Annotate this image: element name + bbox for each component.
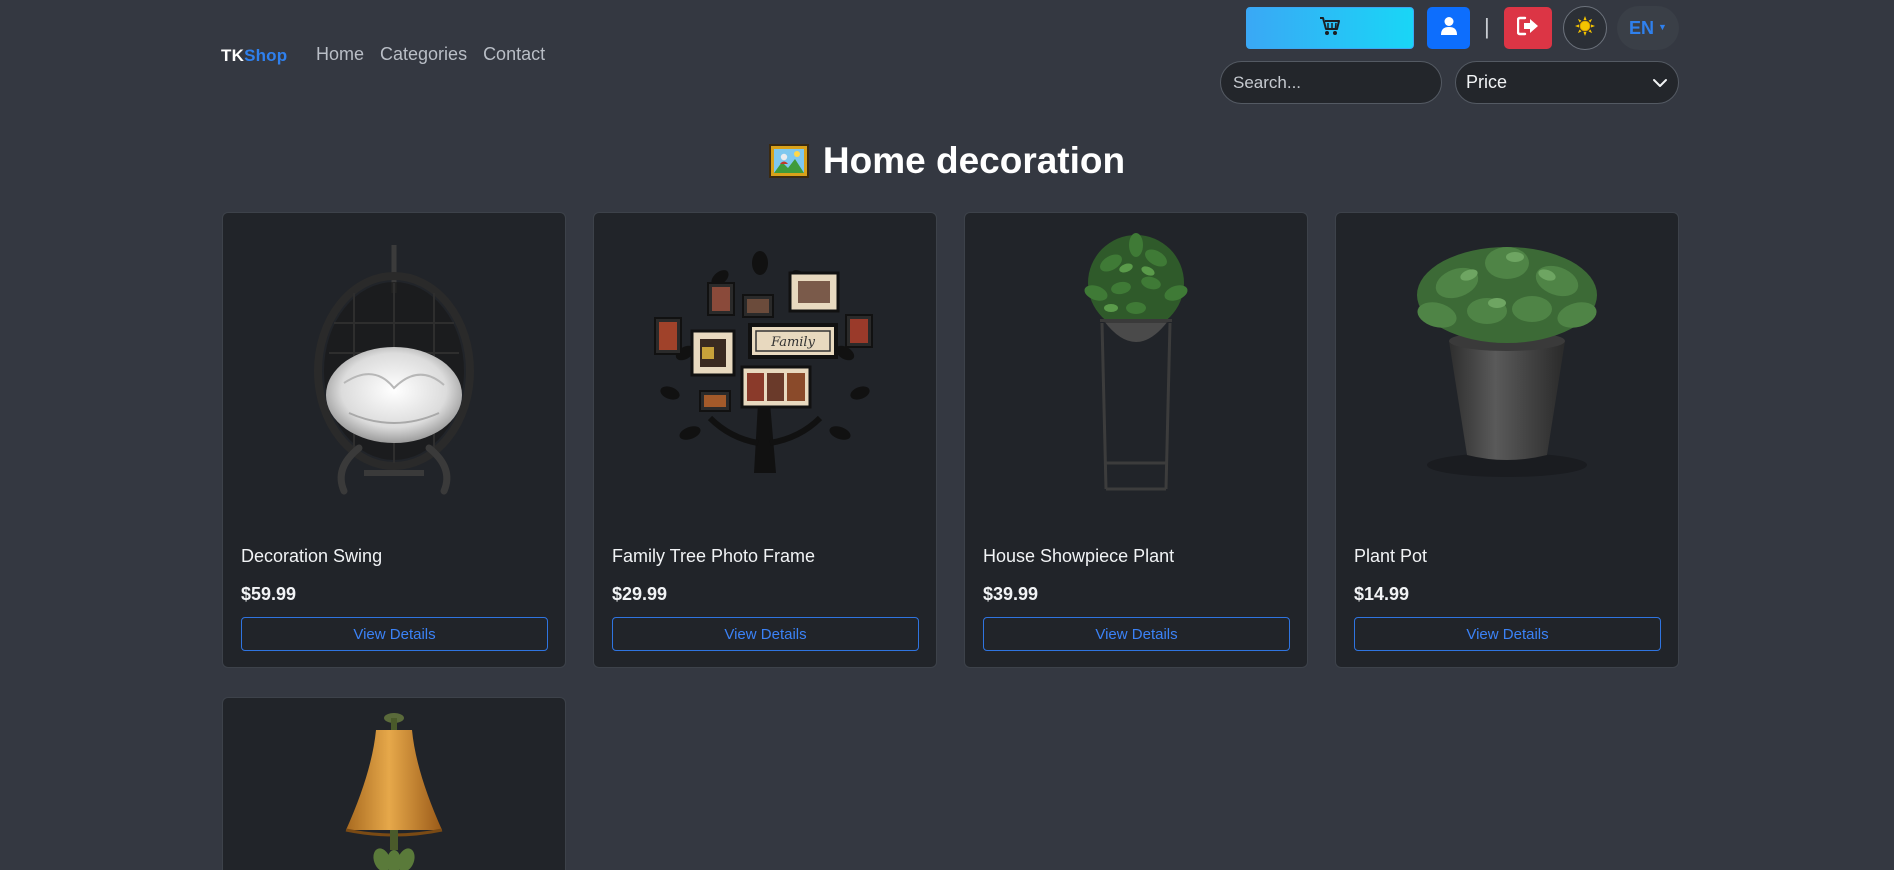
sort-selected-value: Price <box>1466 72 1508 92</box>
language-dropdown[interactable]: EN ▼ <box>1617 6 1679 50</box>
nav-link-categories[interactable]: Categories <box>380 44 467 65</box>
search-input[interactable] <box>1220 61 1442 104</box>
product-name[interactable]: Decoration Swing <box>241 546 382 567</box>
product-card: Plant Pot $14.99 View Details <box>1335 212 1679 668</box>
product-price: $29.99 <box>612 584 668 604</box>
product-image-decoration-swing[interactable] <box>223 213 565 513</box>
product-name[interactable]: House Showpiece Plant <box>983 546 1174 567</box>
product-price: $14.99 <box>1354 584 1410 604</box>
logout-button[interactable] <box>1504 7 1552 49</box>
product-name[interactable]: Plant Pot <box>1354 546 1427 567</box>
user-button[interactable] <box>1427 7 1470 49</box>
brand-logo[interactable]: TKShop <box>221 46 287 66</box>
product-image-family-tree-photo-frame[interactable]: Family <box>594 213 936 513</box>
view-details-button[interactable]: View Details <box>1354 617 1661 651</box>
product-image-house-showpiece-plant[interactable] <box>965 213 1307 513</box>
page-title-wrap: Home decoration <box>0 140 1894 182</box>
brand-shop: Shop <box>244 46 288 65</box>
framed-picture-icon <box>768 144 809 178</box>
view-details-button[interactable]: View Details <box>241 617 548 651</box>
theme-toggle-button[interactable] <box>1563 6 1607 50</box>
product-price: $59.99 <box>241 584 297 604</box>
shopping-cart-icon <box>1318 15 1342 42</box>
main-nav: Home Categories Contact <box>316 44 561 65</box>
product-card: Family Family Tree Photo Frame $29.99 Vi… <box>593 212 937 668</box>
logout-icon <box>1516 16 1539 41</box>
brand-tk: TK <box>221 46 245 65</box>
user-icon <box>1440 16 1458 41</box>
navbar: TKShop Home Categories Contact | EN ▼ Se… <box>0 0 1894 120</box>
product-image-plant-pot[interactable] <box>1336 213 1678 513</box>
product-image-table-lamp[interactable] <box>223 698 565 870</box>
sun-icon <box>1575 15 1595 41</box>
svg-text:Family: Family <box>770 335 816 350</box>
product-price: $39.99 <box>983 584 1039 604</box>
product-name[interactable]: Family Tree Photo Frame <box>612 546 815 567</box>
header-separator: | <box>1484 14 1490 39</box>
nav-link-contact[interactable]: Contact <box>483 44 545 65</box>
view-details-button[interactable]: View Details <box>983 617 1290 651</box>
product-card: House Showpiece Plant $39.99 View Detail… <box>964 212 1308 668</box>
page-title: Home decoration <box>822 140 1126 181</box>
view-details-button[interactable]: View Details <box>612 617 919 651</box>
product-card <box>222 697 566 870</box>
language-label: EN <box>1629 17 1655 38</box>
chevron-down-icon <box>1652 72 1668 93</box>
price-sort-select[interactable]: Price <box>1455 61 1679 104</box>
product-card: Decoration Swing $59.99 View Details <box>222 212 566 668</box>
cart-button[interactable] <box>1246 7 1414 49</box>
caret-down-icon: ▼ <box>1658 21 1667 32</box>
nav-link-home[interactable]: Home <box>316 44 364 65</box>
